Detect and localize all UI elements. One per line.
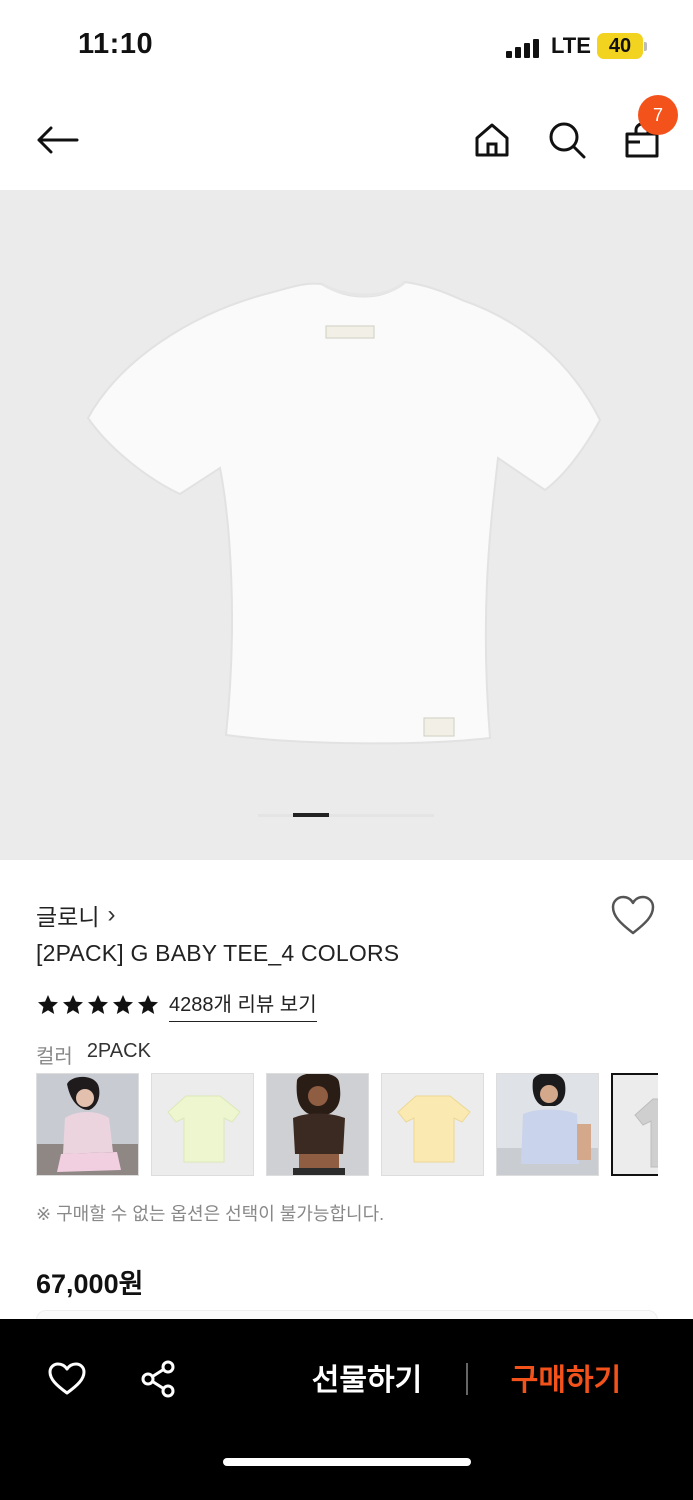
swatch-gray-tee[interactable] [611,1073,658,1176]
swatch-yellow-tee[interactable] [381,1073,484,1176]
brand-link[interactable]: 글로니 › [36,898,115,932]
heart-icon [48,1362,86,1395]
brand-name: 글로니 [36,904,100,930]
swatch-pink-model[interactable] [36,1073,139,1176]
star-icon [113,995,133,1014]
color-value: 2PACK [86,1040,151,1062]
network-label: LTE [551,33,591,58]
color-label: 컬러 [36,1046,73,1068]
status-time: 11:10 [78,28,154,60]
star-icon [63,995,83,1014]
color-option-row: 컬러 2PACK [36,1040,151,1069]
product-photo [86,280,602,745]
home-icon [475,123,509,157]
wishlist-button[interactable] [610,895,656,937]
share-button[interactable] [138,1359,178,1399]
swatch-brown-model[interactable] [266,1073,369,1176]
buy-button[interactable]: 구매하기 [495,1359,637,1403]
cart-count-badge: 7 [638,95,678,135]
swatch-lime-tee[interactable] [151,1073,254,1176]
app-header [0,90,693,190]
search-button[interactable] [542,115,592,165]
product-image-carousel[interactable] [0,190,693,860]
battery-icon: 40 [597,33,643,59]
home-button[interactable] [467,115,517,165]
arrow-left-icon [37,126,79,154]
search-icon [549,122,586,159]
share-icon [141,1360,175,1398]
color-swatch-list [36,1073,658,1177]
star-icon [38,995,58,1014]
swatch-blue-model[interactable] [496,1073,599,1176]
battery-tip [644,42,647,51]
review-link[interactable]: 4288개 리뷰 보기 [169,988,317,1022]
product-price: 67,000원 [36,1269,144,1299]
carousel-progress-track [258,814,434,817]
star-icon [88,995,108,1014]
chevron-right-icon: › [107,901,116,928]
gift-button[interactable]: 선물하기 [292,1359,442,1403]
bottom-divider [466,1363,468,1395]
rating-stars [36,993,160,1017]
bottom-wishlist-button[interactable] [47,1359,87,1399]
back-button[interactable] [32,115,82,165]
rating-row: 4288개 리뷰 보기 [36,988,317,1022]
home-indicator [223,1458,471,1466]
heart-icon [611,895,655,935]
product-title: [2PACK] G BABY TEE_4 COLORS [36,940,400,966]
signal-icon [506,38,542,58]
bottom-action-bar: 선물하기 구매하기 [0,1319,693,1500]
status-bar: 11:10 LTE 40 [0,0,693,90]
star-icon [138,995,158,1014]
carousel-progress-indicator [293,813,329,817]
option-notice: ※ 구매할 수 없는 옵션은 선택이 불가능합니다. [36,1204,385,1224]
